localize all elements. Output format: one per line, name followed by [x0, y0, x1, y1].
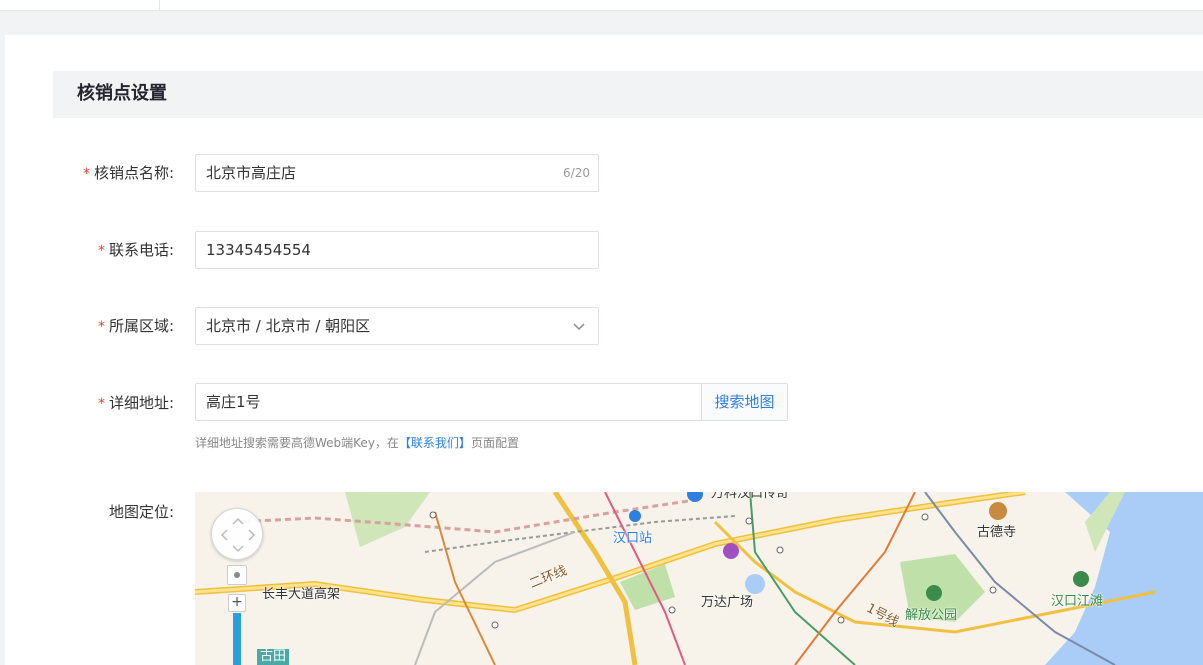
- char-counter: 6/20: [563, 166, 590, 180]
- map-label-jiefang-park: 解放公园: [905, 608, 958, 623]
- zoom-slider[interactable]: [233, 613, 241, 665]
- hint-suffix: 页面配置: [470, 436, 519, 450]
- map-label-text: 地图定位:: [108, 503, 174, 521]
- chevron-down-icon: [573, 323, 585, 331]
- map-label: 地图定位:: [109, 502, 174, 522]
- region-label: * 所属区域:: [98, 316, 174, 337]
- address-label: * 详细地址:: [98, 393, 174, 414]
- address-label-text: 详细地址:: [108, 394, 174, 412]
- section-title: 核销点设置: [77, 83, 167, 104]
- top-tab-bar: [0, 0, 1203, 11]
- contact-us-link[interactable]: 【联系我们】: [399, 436, 471, 450]
- name-label: * 核销点名称:: [83, 163, 174, 184]
- pan-arrows: [220, 517, 256, 553]
- phone-label: * 联系电话:: [98, 240, 174, 261]
- address-input[interactable]: 高庄1号: [206, 393, 261, 411]
- map-label-hankou-station: 汉口站: [613, 531, 653, 546]
- phone-label-text: 联系电话:: [108, 241, 174, 259]
- name-label-text: 核销点名称:: [93, 164, 174, 182]
- name-input-value: 北京市高庄店: [206, 164, 297, 182]
- location-map[interactable]: 汉口站 万科汉口传奇 古德寺 万达广场 解放公园 汉口江滩 长丰大道高架 二环线…: [195, 492, 1203, 665]
- region-select[interactable]: 北京市 / 北京市 / 朝阳区: [195, 307, 599, 345]
- map-label-hankou-riverside: 汉口江滩: [1051, 594, 1104, 609]
- address-input-group: 高庄1号 搜索地图: [195, 383, 788, 421]
- phone-input-value: 13345454554: [206, 241, 311, 259]
- search-map-button[interactable]: 搜索地图: [701, 384, 787, 420]
- map-label-changfeng: 长丰大道高架: [262, 587, 341, 602]
- section-header: 核销点设置: [53, 71, 1203, 118]
- settings-panel: 核销点设置 * 核销点名称: 北京市高庄店 6/20 * 联系电话: 1334545…: [5, 35, 1203, 665]
- name-input[interactable]: 北京市高庄店 6/20: [195, 154, 599, 192]
- map-label-gutian: 古田: [257, 649, 290, 665]
- tab-divider: [159, 0, 160, 10]
- required-mark: *: [82, 166, 90, 182]
- plus-icon[interactable]: +: [228, 594, 246, 612]
- region-select-value: 北京市 / 北京市 / 朝阳区: [206, 317, 371, 335]
- required-mark: *: [97, 396, 105, 412]
- address-hint: 详细地址搜索需要高德Web端Key，在【联系我们】页面配置: [195, 435, 519, 451]
- map-canvas: [195, 492, 1203, 665]
- map-label-wanda: 万达广场: [701, 595, 754, 610]
- required-mark: *: [97, 319, 105, 335]
- pan-control-icon[interactable]: [211, 508, 263, 560]
- required-mark: *: [97, 243, 105, 259]
- phone-input[interactable]: 13345454554: [195, 231, 599, 269]
- hint-prefix: 详细地址搜索需要高德Web端Key，在: [195, 436, 399, 450]
- map-label-wanke: 万科汉口传奇: [711, 492, 790, 501]
- map-label-gude-temple: 古德寺: [977, 525, 1017, 540]
- region-label-text: 所属区域:: [108, 317, 174, 335]
- locate-icon[interactable]: [227, 565, 247, 585]
